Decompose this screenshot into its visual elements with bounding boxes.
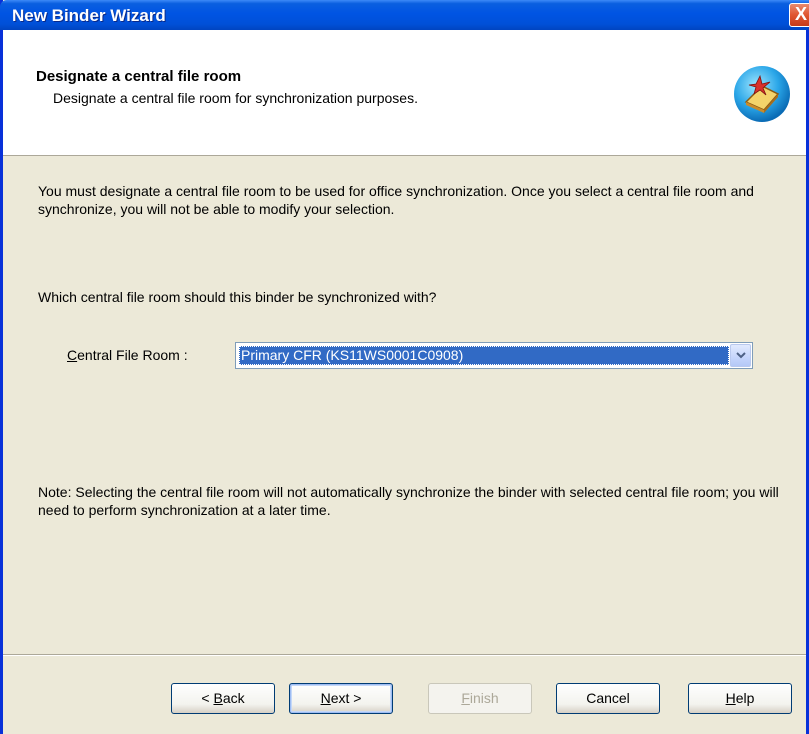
dropdown-button[interactable] xyxy=(730,344,751,367)
title-bar[interactable]: New Binder Wizard X xyxy=(0,0,809,30)
back-prefix: < xyxy=(201,690,214,706)
wizard-content: You must designate a central file room t… xyxy=(3,157,806,654)
finish-rest: inish xyxy=(469,690,499,706)
central-file-room-label: Central File Room : xyxy=(67,347,188,363)
binder-wizard-icon xyxy=(734,66,790,122)
cfr-label-accel: C xyxy=(67,347,78,363)
help-accel: H xyxy=(725,690,736,706)
help-button[interactable]: Help xyxy=(688,683,792,714)
note-text: Note: Selecting the central file room wi… xyxy=(38,484,779,518)
help-rest: elp xyxy=(735,690,755,706)
wizard-window: New Binder Wizard X Designate a central … xyxy=(0,0,809,734)
central-file-room-select[interactable]: Primary CFR (KS11WS0001C0908) xyxy=(235,342,753,369)
page-title: Designate a central file room xyxy=(36,68,242,85)
instruction-text: You must designate a central file room t… xyxy=(38,183,754,217)
question-text: Which central file room should this bind… xyxy=(38,289,437,305)
next-button[interactable]: Next > xyxy=(289,683,393,714)
footer-divider xyxy=(3,654,806,656)
finish-accel: F xyxy=(461,690,470,706)
finish-button[interactable]: Finish xyxy=(428,683,532,714)
wizard-header: Designate a central file room Designate … xyxy=(3,30,806,156)
chevron-down-icon xyxy=(736,352,746,359)
back-rest: ack xyxy=(222,690,245,706)
back-button[interactable]: < Back xyxy=(171,683,275,714)
back-accel: B xyxy=(213,690,223,706)
cfr-label-rest: entral File Room : xyxy=(77,347,188,363)
next-rest: ext > xyxy=(330,690,362,706)
cancel-button[interactable]: Cancel xyxy=(556,683,660,714)
close-icon: X xyxy=(794,4,807,24)
cfr-selected-value: Primary CFR (KS11WS0001C0908) xyxy=(239,346,729,365)
close-button[interactable]: X xyxy=(789,3,809,27)
window-title: New Binder Wizard xyxy=(12,6,166,25)
page-subtitle: Designate a central file room for synchr… xyxy=(53,90,418,106)
next-accel: N xyxy=(320,690,331,706)
